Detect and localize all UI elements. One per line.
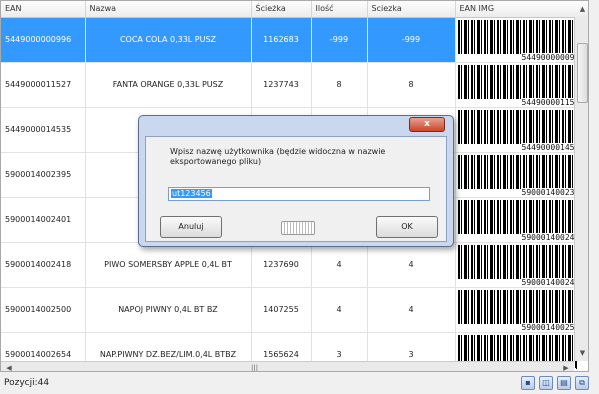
print-icon[interactable]: ▤ <box>557 376 571 390</box>
cell-ilosc[interactable]: 4 <box>311 242 368 288</box>
scroll-up-icon[interactable]: ▲ <box>575 2 588 17</box>
barcode-bars <box>457 109 578 144</box>
barcode-image: 59000140024 <box>457 199 578 242</box>
cell-ean[interactable]: 5900014002401 <box>1 197 86 243</box>
barcode-bars <box>457 154 578 189</box>
barcode-number: 54490000145 <box>520 142 576 152</box>
cell-sciezka2[interactable]: 4 <box>367 242 456 288</box>
cell-sciezka[interactable]: 1237743 <box>251 62 312 108</box>
scroll-grip-icon: ||| <box>251 364 259 372</box>
bottom-toolbar: ▪ ◫ ▤ ⧉ <box>521 376 589 390</box>
cell-ean-img[interactable]: 59000140024 <box>455 242 588 288</box>
status-count: Pozycji:44 <box>4 378 50 388</box>
column-header-sciezka[interactable]: Ścieżka <box>251 1 312 18</box>
barcode-number: 59000140024 <box>520 277 576 287</box>
scroll-left-icon[interactable]: ◀ <box>3 362 15 371</box>
export-icon[interactable]: ⧉ <box>575 376 589 390</box>
cell-ean-img[interactable]: 59000140023 <box>455 152 588 198</box>
cell-ean-img[interactable]: 59000140025 <box>455 287 588 333</box>
barcode-number: 59000140024 <box>520 232 576 242</box>
barcode-number: 59000140023 <box>520 187 576 197</box>
barcode-bars <box>457 19 578 54</box>
cell-nazwa[interactable]: FANTA ORANGE 0,33L PUSZ <box>85 62 252 108</box>
username-dialog: x Wpisz nazwę użytkownika (będzie widocz… <box>138 115 454 247</box>
barcode-bars <box>457 199 578 234</box>
cell-ilosc[interactable]: -999 <box>311 17 368 63</box>
cell-ean-img[interactable]: 54490000145 <box>455 107 588 153</box>
dialog-body: Wpisz nazwę użytkownika (będzie widoczna… <box>145 136 447 242</box>
username-input[interactable]: ut123456 <box>168 187 430 201</box>
barcode-image: 54490000115 <box>457 64 578 107</box>
username-input-value: ut123456 <box>171 189 212 198</box>
cancel-button[interactable]: Anuluj <box>160 216 222 238</box>
barcode-number: 54490000115 <box>520 97 576 107</box>
barcode-image: 59000140025 <box>457 289 578 332</box>
barcode-bars <box>457 289 578 324</box>
cell-nazwa[interactable]: NAPOJ PIWNY 0,4L BT BZ <box>85 287 252 333</box>
cell-ilosc[interactable]: 4 <box>311 287 368 333</box>
horizontal-scrollbar[interactable]: ◀ ||| ▶ <box>1 361 574 372</box>
table-header-row: EAN Nazwa Ścieżka Ilość Sciezka EAN IMG <box>1 1 588 18</box>
cell-ean-img[interactable]: 54490000009 <box>455 17 588 63</box>
scroll-down-icon[interactable]: ▼ <box>575 346 588 361</box>
ok-button[interactable]: OK <box>376 216 438 238</box>
barcode-number: 54490000009 <box>520 52 576 62</box>
cell-sciezka[interactable]: 1407255 <box>251 287 312 333</box>
scroll-right-icon[interactable]: ▶ <box>560 362 572 371</box>
cell-ean[interactable]: 5900014002500 <box>1 287 86 333</box>
barcode-number: 59000140025 <box>520 322 576 332</box>
cell-ean[interactable]: 5900014002395 <box>1 152 86 198</box>
vertical-scrollbar[interactable]: ▲ ▼ <box>574 5 588 361</box>
column-header-ilosc[interactable]: Ilość <box>311 1 368 18</box>
dialog-prompt: Wpisz nazwę użytkownika (będzie widoczna… <box>170 147 386 166</box>
cell-nazwa[interactable]: PIWO SOMERSBY APPLE 0,4L BT <box>85 242 252 288</box>
column-header-nazwa[interactable]: Nazwa <box>85 1 252 18</box>
column-header-sciezka2[interactable]: Sciezka <box>367 1 456 18</box>
table-row[interactable]: 5900014002500 NAPOJ PIWNY 0,4L BT BZ 14072… <box>1 287 588 333</box>
table-row[interactable]: 5449000000996 COCA COLA 0,33L PUSZ 1162683… <box>1 17 588 63</box>
cell-ean[interactable]: 5900014002418 <box>1 242 86 288</box>
preview-icon[interactable]: ◫ <box>539 376 553 390</box>
barcode-image: 59000140024 <box>457 244 578 287</box>
cell-sciezka[interactable]: 1162683 <box>251 17 312 63</box>
cell-sciezka[interactable]: 1237690 <box>251 242 312 288</box>
cell-ean[interactable]: 5449000011527 <box>1 62 86 108</box>
cell-ean-img[interactable]: 59000140024 <box>455 197 588 243</box>
cell-sciezka2[interactable]: 8 <box>367 62 456 108</box>
cell-nazwa[interactable]: COCA COLA 0,33L PUSZ <box>85 17 252 63</box>
barcode-bars <box>457 64 578 99</box>
save-icon[interactable]: ▪ <box>521 376 535 390</box>
cell-sciezka2[interactable]: -999 <box>367 17 456 63</box>
cell-ilosc[interactable]: 8 <box>311 62 368 108</box>
cell-sciezka2[interactable]: 4 <box>367 287 456 333</box>
keyboard-icon[interactable] <box>281 221 315 235</box>
cell-ean-img[interactable]: 54490000115 <box>455 62 588 108</box>
close-button[interactable]: x <box>409 117 445 132</box>
vertical-scroll-thumb[interactable] <box>577 43 588 103</box>
cell-ean[interactable]: 5449000000996 <box>1 17 86 63</box>
column-header-ean-img[interactable]: EAN IMG <box>455 1 588 18</box>
barcode-image: 54490000009 <box>457 19 578 62</box>
barcode-image: 54490000145 <box>457 109 578 152</box>
table-row[interactable]: 5449000011527 FANTA ORANGE 0,33L PUSZ 1237… <box>1 62 588 108</box>
dialog-titlebar[interactable]: x <box>139 116 453 136</box>
barcode-image: 59000140023 <box>457 154 578 197</box>
barcode-bars <box>457 244 578 279</box>
column-header-ean[interactable]: EAN <box>1 1 86 18</box>
table-row[interactable]: 5900014002418 PIWO SOMERSBY APPLE 0,4L BT… <box>1 242 588 288</box>
cell-ean[interactable]: 5449000014535 <box>1 107 86 153</box>
